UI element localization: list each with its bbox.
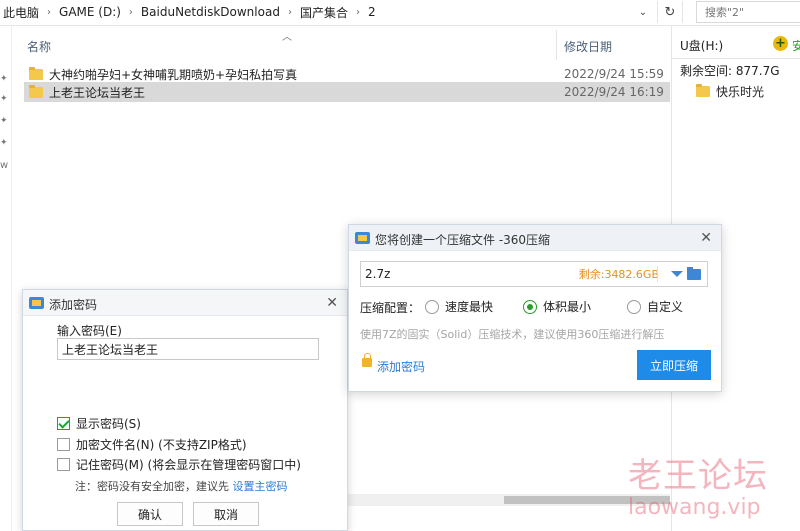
column-date[interactable]: 修改日期 <box>564 38 612 55</box>
folder-browse-icon[interactable] <box>687 267 701 280</box>
file-date: 2022/9/24 15:59 <box>564 67 664 81</box>
password-label: 输入密码(E) <box>57 324 122 338</box>
radio-selected-icon[interactable] <box>523 299 537 314</box>
breadcrumb[interactable]: 此电脑 › GAME (D:) › BaiduNetdiskDownload ›… <box>0 0 628 24</box>
pin-icon: ✦ <box>0 138 8 148</box>
close-icon[interactable]: ✕ <box>700 230 712 246</box>
column-header: 名称 ︿ 修改日期 <box>12 26 670 62</box>
chevron-right-icon[interactable]: › <box>124 7 138 18</box>
free-space-label: 剩余空间: 877.7G <box>680 64 780 78</box>
breadcrumb-current[interactable]: 2 <box>365 5 379 19</box>
chevron-down-icon[interactable]: ⌄ <box>633 3 653 21</box>
file-date: 2022/9/24 16:19 <box>564 85 664 99</box>
nav-item-label: w <box>0 160 9 171</box>
file-row[interactable]: 大神约啪孕妇+女神哺乳期喷奶+孕妇私拍写真 2022/9/24 15:59 <box>24 64 670 84</box>
close-icon[interactable]: ✕ <box>326 295 338 311</box>
breadcrumb-download[interactable]: BaiduNetdiskDownload <box>138 5 283 19</box>
refresh-icon[interactable]: ↻ <box>657 1 683 23</box>
dialog-title: 添加密码 <box>49 298 98 312</box>
chevron-right-icon[interactable]: › <box>283 7 297 18</box>
add-password-link[interactable]: 添加密码 <box>377 358 425 375</box>
remember-password-label: 记住密码(M) (将会显示在管理密码窗口中) <box>76 458 301 472</box>
navigation-pane: ✦ ✦ ✦ ✦ w <box>0 26 12 531</box>
pin-icon: ✦ <box>0 116 8 126</box>
remember-password-checkbox[interactable]: 记住密码(M) (将会显示在管理密码窗口中) <box>57 456 301 473</box>
set-master-password-link[interactable]: 设置主密码 <box>233 480 288 493</box>
folder-icon <box>29 84 43 98</box>
lock-icon[interactable] <box>362 353 372 367</box>
preview-folder-item[interactable]: 快乐时光 <box>696 83 764 100</box>
pin-icon: ✦ <box>0 74 8 84</box>
folder-name: 快乐时光 <box>716 85 765 99</box>
option-smallest-radio[interactable]: 体积最小 <box>523 298 591 315</box>
column-name[interactable]: 名称 <box>27 38 51 55</box>
note-text: 注：密码没有安全加密，建议先 <box>75 480 229 493</box>
file-row-selected[interactable]: 上老王论坛当老王 2022/9/24 16:19 <box>24 82 670 102</box>
address-bar: 此电脑 › GAME (D:) › BaiduNetdiskDownload ›… <box>0 0 800 26</box>
show-password-label: 显示密码(S) <box>76 417 141 431</box>
chevron-down-icon[interactable] <box>671 271 683 277</box>
option-label: 速度最快 <box>445 300 494 314</box>
breadcrumb-drive[interactable]: GAME (D:) <box>56 5 124 19</box>
file-name: 上老王论坛当老王 <box>49 85 146 100</box>
search-input[interactable]: 搜索"2" <box>696 1 800 23</box>
breadcrumb-this-pc[interactable]: 此电脑 <box>0 4 42 21</box>
horizontal-scrollbar[interactable] <box>348 494 670 506</box>
pin-icon: ✦ <box>0 94 8 104</box>
divider <box>657 266 658 282</box>
option-custom-radio[interactable]: 自定义 <box>627 298 683 315</box>
free-space-label: 剩余:3482.6GB <box>578 268 659 281</box>
divider <box>672 58 800 59</box>
create-archive-dialog: 您将创建一个压缩文件 -360压缩 ✕ 2.7z 剩余:3482.6GB 压缩配… <box>348 224 722 392</box>
archive-path-field[interactable]: 2.7z 剩余:3482.6GB <box>360 261 708 287</box>
option-fastest-radio[interactable]: 速度最快 <box>425 298 493 315</box>
radio-icon[interactable] <box>425 299 439 314</box>
watermark-text: 老王论坛 <box>628 456 768 496</box>
archive-name[interactable]: 2.7z <box>365 267 575 281</box>
cancel-button[interactable]: 取消 <box>193 502 259 526</box>
config-label: 压缩配置： <box>360 301 421 315</box>
archive-icon <box>29 297 44 309</box>
radio-icon[interactable] <box>627 299 641 314</box>
add-password-dialog: 添加密码 ✕ 输入密码(E) 上老王论坛当老王 显示密码(S) 加密文件名(N)… <box>22 289 348 531</box>
option-label: 自定义 <box>647 300 684 314</box>
chevron-right-icon[interactable]: › <box>351 7 365 18</box>
archive-icon <box>355 232 370 244</box>
dialog-title-bar[interactable]: 添加密码 ✕ <box>23 290 347 316</box>
add-icon[interactable]: + <box>773 36 788 51</box>
chevron-right-icon[interactable]: › <box>42 7 56 18</box>
compress-now-button[interactable]: 立即压缩 <box>637 350 711 380</box>
checkbox-checked-icon[interactable] <box>57 417 70 430</box>
file-name: 大神约啪孕妇+女神哺乳期喷奶+孕妇私拍写真 <box>49 67 298 82</box>
dialog-title-bar[interactable]: 您将创建一个压缩文件 -360压缩 ✕ <box>349 225 721 251</box>
ok-button[interactable]: 确认 <box>117 502 183 526</box>
encrypt-filenames-label: 加密文件名(N) (不支持ZIP格式) <box>76 438 247 452</box>
folder-icon <box>29 66 43 80</box>
password-input[interactable]: 上老王论坛当老王 <box>57 338 319 360</box>
drive-label: U盘(H:) <box>680 39 724 53</box>
checkbox-icon[interactable] <box>57 438 70 451</box>
folder-icon <box>696 84 710 97</box>
security-note: 注：密码没有安全加密，建议先 设置主密码 <box>75 478 288 494</box>
show-password-checkbox[interactable]: 显示密码(S) <box>57 415 141 432</box>
drive-action-label[interactable]: 安 <box>792 37 800 54</box>
encrypt-filenames-checkbox[interactable]: 加密文件名(N) (不支持ZIP格式) <box>57 436 247 453</box>
dialog-title: 您将创建一个压缩文件 -360压缩 <box>375 233 551 247</box>
checkbox-icon[interactable] <box>57 458 70 471</box>
option-label: 体积最小 <box>543 300 592 314</box>
column-divider[interactable] <box>556 30 557 60</box>
sort-up-icon: ︿ <box>282 32 292 43</box>
watermark-url: laowang.vip <box>628 495 761 520</box>
breadcrumb-collection[interactable]: 国产集合 <box>297 4 351 21</box>
compression-hint: 使用7Z的固实（Solid）压缩技术，建议使用360压缩进行解压 <box>360 328 665 341</box>
